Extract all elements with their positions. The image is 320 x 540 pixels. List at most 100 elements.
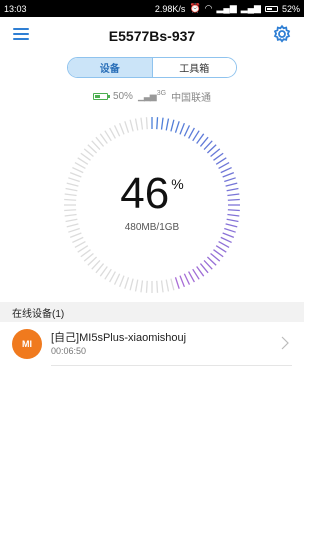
app-header: E5577Bs-937 [0,17,304,54]
gauge-tick [87,256,98,266]
gauge-tick [74,241,86,248]
status-bar: 13:03 2.98K/s ⏰ ◠ ▂▄▆ ▂▄▆ 52% [0,0,304,17]
gauge-tick [145,280,148,293]
gauge-tick [91,140,101,151]
gauge-tick-used [188,127,195,139]
gauge-tick-used [183,125,191,137]
gauge-tick [77,157,89,165]
wifi-icon: ◠ [204,3,213,13]
gauge-tick [119,275,125,288]
gauge-tick-used [196,133,205,144]
gauge-tick-used [220,236,232,244]
gauge-tick-used [203,259,213,270]
gauge-tick [134,279,139,292]
gauge-tick [119,122,125,135]
gauge-tick-used [215,245,227,253]
status-icons: 2.98K/s ⏰ ◠ ▂▄▆ ▂▄▆ 52% [155,4,300,14]
gauge-tick [124,121,130,133]
gauge-tick [170,278,175,291]
gauge-tick [165,279,170,292]
alarm-icon: ⏰ [189,3,201,13]
battery-level-icon [92,92,110,100]
gauge-tick [72,236,84,244]
gauge-tick [74,162,86,169]
gauge-tick-used [199,263,209,274]
gauge-tick [87,144,98,154]
gauge-tick-used [206,256,217,266]
signal-bars-icon: ▁▃▅ [137,90,157,101]
page-title: E5577Bs-937 [108,27,196,44]
gauge-tick [104,130,112,142]
gauge-tick-used [188,271,195,283]
online-devices-heading: 在线设备(1) [0,302,304,322]
gauge-tick-used [213,152,224,161]
carrier-name: 中国联通 [171,92,212,104]
gauge-tick-used [183,273,191,285]
gauge-tick-used [165,118,170,131]
gauge-tick [83,252,94,262]
router-battery: 50% [112,90,133,102]
network-type: 3G [156,90,167,97]
router-info: 50% ▁▃▅ 3G 中国联通 [0,89,304,104]
device-duration: 00:06:50 [51,346,87,356]
gauge-tick-used [170,119,175,132]
gauge-tick [109,127,116,139]
signal-icon: ▂▄▆ [216,3,237,13]
chevron-right-icon [281,336,289,350]
gauge-tick-used [196,266,205,277]
gauge-tick [140,117,144,130]
gauge-tick [113,273,121,285]
gauge-tick [145,117,148,130]
menu-icon[interactable] [13,27,29,41]
device-name: [自己]MI5sPlus-xiaomishouj [51,332,187,344]
usage-percent: 46 [120,169,170,218]
status-time: 13:03 [4,3,27,14]
gauge-tick-used [218,241,230,248]
gauge-tick-used [179,122,185,135]
gear-icon[interactable] [272,24,292,44]
gauge-tick-used [156,117,159,130]
gauge-tick [95,136,105,147]
device-list-item[interactable]: MI [自己]MI5sPlus-xiaomishouj 00:06:50 [0,322,304,366]
gauge-tick-used [210,148,221,158]
gauge-tick [113,125,121,137]
signal-icon-2: ▂▄▆ [240,3,261,13]
gauge-tick [80,249,91,258]
gauge-tick-used [174,121,180,133]
gauge-tick [124,277,130,289]
gauge-tick [160,280,164,293]
gauge-tick-used [192,268,200,280]
usage-amount: 480MB/1GB [124,222,180,233]
battery-percent: 52% [281,3,300,14]
gauge-tick [109,271,116,283]
gauge-tick-used [222,232,235,238]
gauge-readout: 46 % 480MB/1GB [62,169,242,234]
percent-sign: % [171,176,184,192]
gauge-tick-used [199,136,209,147]
gauge-tick [80,152,91,161]
gauge-tick [95,263,105,274]
gauge-tick-used [210,252,221,262]
divider [51,365,292,366]
gauge-tick-used [174,277,180,289]
gauge-tick [129,278,134,291]
device-avatar: MI [12,329,42,359]
gauge-tick-used [179,275,185,288]
gauge-tick-used [192,130,200,142]
gauge-tick [83,148,94,158]
gauge-tick-used [206,144,217,154]
gauge-tick [69,232,82,238]
gauge-tick [134,118,139,131]
gauge-tick [140,280,144,293]
gauge-tick [129,119,134,132]
gauge-tick [104,268,112,280]
network-speed: 2.98K/s [154,3,186,14]
gauge-tick [91,259,101,270]
gauge-tick-used [160,117,164,130]
gauge-tick-used [213,249,224,258]
tab-toolbox[interactable]: 工具箱 [152,58,236,77]
tab-devices[interactable]: 设备 [68,58,153,77]
gauge-tick-used [215,157,227,165]
gauge-tick [99,266,108,277]
gauge-tick [156,280,159,293]
